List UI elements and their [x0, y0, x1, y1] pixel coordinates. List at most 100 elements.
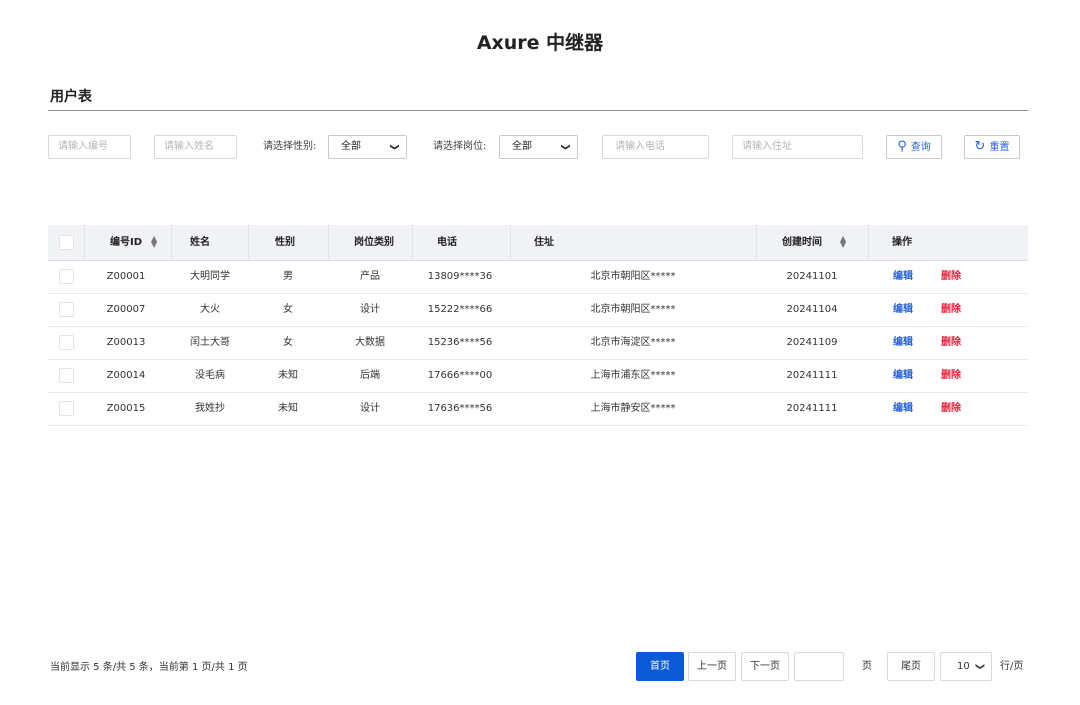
- edit-link[interactable]: 编辑: [893, 360, 913, 392]
- header-gender: 性别: [275, 237, 295, 248]
- delete-link[interactable]: 删除: [941, 327, 961, 359]
- page-unit-label: 页: [862, 661, 872, 672]
- cell-address: 上海市静安区*****: [590, 403, 676, 414]
- refresh-icon: ↻: [974, 139, 986, 154]
- first-page-button[interactable]: 首页: [636, 652, 684, 681]
- cell-phone: 15236****56: [427, 337, 493, 348]
- next-page-button[interactable]: 下一页: [741, 652, 789, 681]
- post-filter-label: 请选择岗位:: [433, 141, 487, 152]
- table-row[interactable]: Z00001 大明同学 男 产品 13809****36 北京市朝阳区*****…: [48, 261, 1028, 294]
- row-checkbox[interactable]: [59, 335, 74, 350]
- section-divider: [48, 110, 1028, 111]
- delete-link[interactable]: 删除: [941, 261, 961, 293]
- delete-link[interactable]: 删除: [941, 393, 961, 425]
- cell-created: 20241101: [786, 271, 838, 282]
- page-number-input[interactable]: [794, 652, 844, 681]
- table-row[interactable]: Z00007 大火 女 设计 15222****66 北京市朝阳区***** 2…: [48, 294, 1028, 327]
- edit-link[interactable]: 编辑: [893, 294, 913, 326]
- cell-gender: 女: [283, 304, 293, 315]
- header-created[interactable]: 创建时间 ▲ ▼: [782, 225, 846, 261]
- cell-id: Z00007: [106, 304, 146, 315]
- cell-address: 北京市海淀区*****: [590, 337, 676, 348]
- table-header: 编号ID ▲ ▼ 姓名 性别 岗位类别 电话 住址 创建时间 ▲ ▼ 操作: [48, 225, 1028, 261]
- cell-name: 大明同学: [190, 271, 230, 282]
- cell-address: 北京市朝阳区*****: [590, 304, 676, 315]
- cell-created: 20241111: [786, 370, 838, 381]
- cell-post: 大数据: [355, 337, 385, 348]
- delete-link[interactable]: 删除: [941, 294, 961, 326]
- sort-icon[interactable]: ▲ ▼: [151, 235, 157, 249]
- table-row[interactable]: Z00014 没毛病 未知 后端 17666****00 上海市浦东区*****…: [48, 360, 1028, 393]
- gender-filter-value: 全部: [341, 141, 361, 152]
- address-filter-input[interactable]: 请输入住址: [732, 135, 863, 159]
- edit-link[interactable]: 编辑: [893, 261, 913, 293]
- cell-name: 大火: [200, 304, 220, 315]
- post-filter-select[interactable]: 全部 ❯: [499, 135, 578, 159]
- cell-post: 设计: [360, 403, 380, 414]
- cell-gender: 女: [283, 337, 293, 348]
- row-checkbox[interactable]: [59, 302, 74, 317]
- phone-filter-input[interactable]: 请输入电话: [602, 135, 709, 159]
- row-checkbox[interactable]: [59, 401, 74, 416]
- reset-button[interactable]: ↻ 重置: [964, 135, 1020, 159]
- cell-post: 设计: [360, 304, 380, 315]
- search-button-label: 查询: [910, 142, 931, 153]
- chevron-down-icon: ❯: [974, 662, 985, 671]
- vertical-divider: [756, 225, 757, 261]
- cell-created: 20241111: [786, 403, 838, 414]
- chevron-down-icon: ❯: [560, 143, 571, 151]
- cell-address: 北京市朝阳区*****: [590, 271, 676, 282]
- header-post: 岗位类别: [354, 237, 394, 248]
- cell-id: Z00001: [106, 271, 146, 282]
- vertical-divider: [248, 225, 249, 261]
- search-icon: ⚲: [897, 139, 907, 154]
- page-size-select[interactable]: 10 ❯: [940, 652, 992, 681]
- cell-created: 20241109: [786, 337, 838, 348]
- post-filter-value: 全部: [512, 141, 532, 152]
- select-all-checkbox[interactable]: [59, 235, 74, 250]
- cell-gender: 未知: [278, 403, 298, 414]
- header-phone: 电话: [437, 237, 457, 248]
- header-actions: 操作: [892, 237, 912, 248]
- cell-name: 没毛病: [195, 370, 225, 381]
- edit-link[interactable]: 编辑: [893, 393, 913, 425]
- table-row[interactable]: Z00015 我姓抄 未知 设计 17636****56 上海市静安区*****…: [48, 393, 1028, 426]
- header-name: 姓名: [190, 237, 210, 248]
- sort-icon[interactable]: ▲ ▼: [840, 235, 846, 249]
- vertical-divider: [84, 225, 85, 261]
- row-checkbox[interactable]: [59, 368, 74, 383]
- reset-button-label: 重置: [989, 142, 1010, 153]
- id-filter-input[interactable]: 请输入编号: [48, 135, 131, 159]
- cell-phone: 17636****56: [427, 403, 493, 414]
- delete-link[interactable]: 删除: [941, 360, 961, 392]
- cell-id: Z00015: [106, 403, 146, 414]
- cell-name: 我姓抄: [195, 403, 225, 414]
- page-size-unit-label: 行/页: [1000, 661, 1024, 672]
- cell-name: 闰土大哥: [190, 337, 230, 348]
- table-row[interactable]: Z00013 闰土大哥 女 大数据 15236****56 北京市海淀区****…: [48, 327, 1028, 360]
- section-title: 用户表: [50, 89, 92, 105]
- gender-filter-select[interactable]: 全部 ❯: [328, 135, 407, 159]
- cell-id: Z00013: [106, 337, 146, 348]
- header-id[interactable]: 编号ID ▲ ▼: [110, 225, 157, 261]
- edit-link[interactable]: 编辑: [893, 327, 913, 359]
- prev-page-button[interactable]: 上一页: [688, 652, 736, 681]
- vertical-divider: [328, 225, 329, 261]
- cell-created: 20241104: [786, 304, 838, 315]
- row-checkbox[interactable]: [59, 269, 74, 284]
- cell-post: 后端: [360, 370, 380, 381]
- header-created-label: 创建时间: [782, 237, 822, 248]
- search-button[interactable]: ⚲ 查询: [886, 135, 942, 159]
- cell-post: 产品: [360, 271, 380, 282]
- gender-filter-label: 请选择性别:: [263, 141, 317, 152]
- vertical-divider: [510, 225, 511, 261]
- cell-phone: 17666****00: [427, 370, 493, 381]
- pagination-info: 当前显示 5 条/共 5 条，当前第 1 页/共 1 页: [50, 662, 248, 673]
- vertical-divider: [412, 225, 413, 261]
- cell-gender: 未知: [278, 370, 298, 381]
- header-id-label: 编号ID: [110, 237, 143, 248]
- name-filter-input[interactable]: 请输入姓名: [154, 135, 237, 159]
- cell-phone: 13809****36: [427, 271, 493, 282]
- vertical-divider: [171, 225, 172, 261]
- last-page-button[interactable]: 尾页: [887, 652, 935, 681]
